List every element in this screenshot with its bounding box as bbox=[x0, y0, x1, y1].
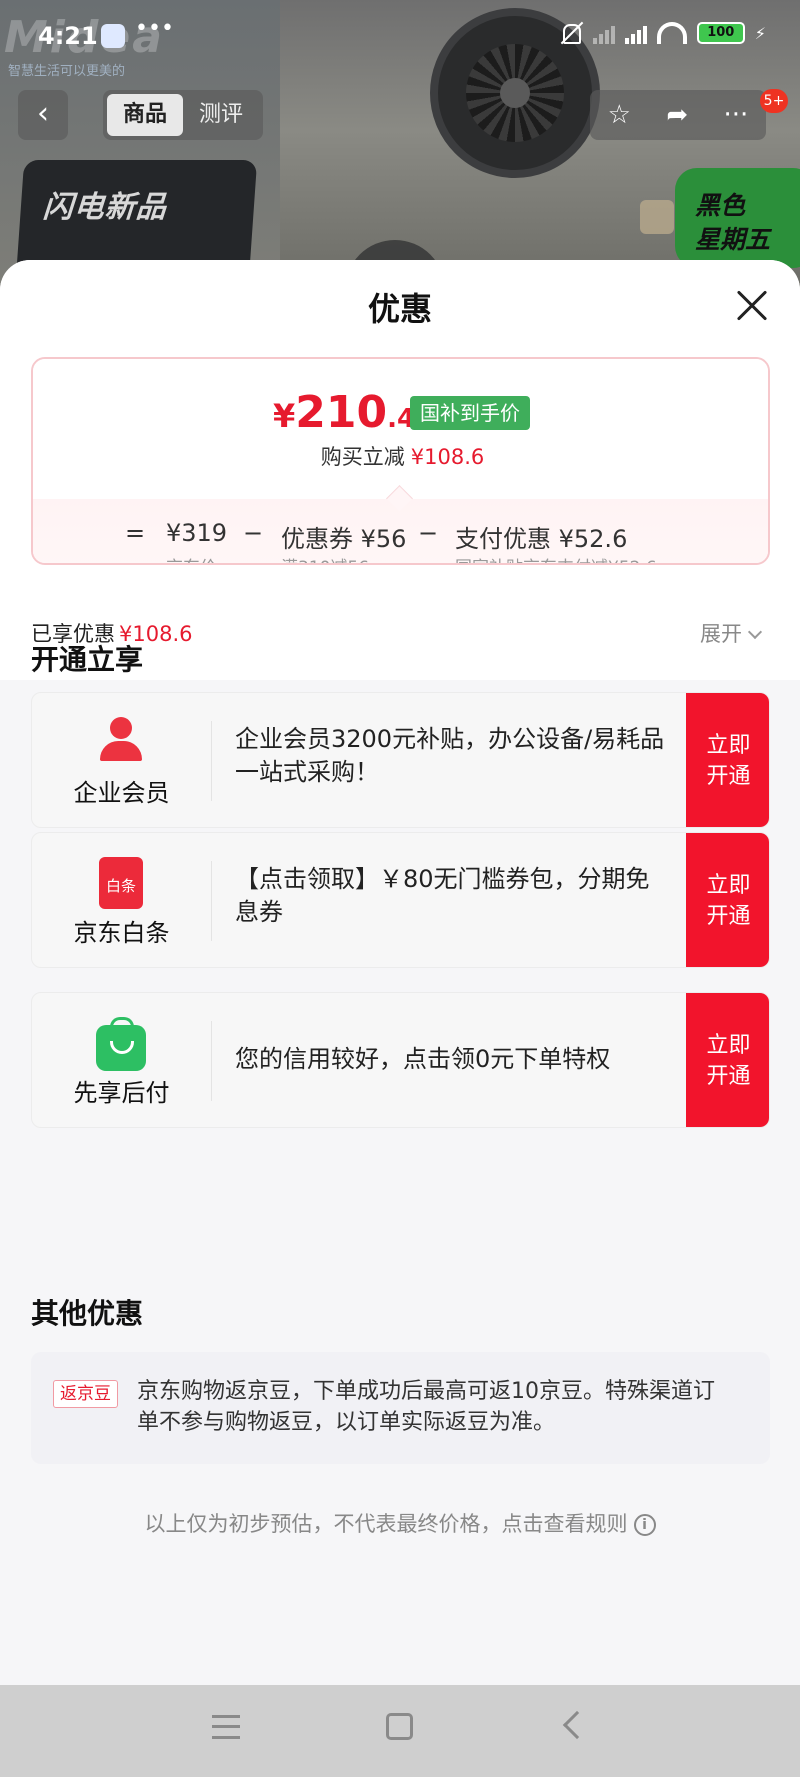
open-benefits-title: 开通立享 bbox=[31, 643, 144, 676]
home-icon[interactable] bbox=[386, 1713, 413, 1740]
discount-sheet: 优惠 ¥210.4 国补到手价 购买立减¥108.6 = ¥319 京东价 − … bbox=[0, 260, 800, 1685]
rule-note[interactable]: 以上仅为初步预估，不代表最终价格，点击查看规则 i bbox=[0, 1508, 800, 1538]
offer-name: 先享后付 bbox=[73, 1079, 170, 1107]
info-icon[interactable]: i bbox=[633, 1514, 656, 1536]
menu-icon[interactable] bbox=[212, 1715, 240, 1739]
activate-button[interactable]: 立即 开通 bbox=[686, 833, 769, 967]
signal-icon-sim1 bbox=[624, 22, 647, 44]
offer-baitiao[interactable]: 白条 京东白条 【点击领取】￥80无门槛券包，分期免息券 立即 开通 bbox=[31, 832, 770, 968]
minus-sign: − bbox=[243, 519, 264, 547]
battery-icon: 100 bbox=[696, 22, 745, 44]
close-icon[interactable] bbox=[734, 288, 770, 324]
chevron-down-icon bbox=[747, 624, 763, 640]
final-price-area: ¥210.4 国补到手价 购买立减 ¥108.6 bbox=[33, 359, 768, 499]
divider bbox=[211, 721, 212, 801]
subsidy-price-tag: 国补到手价 bbox=[410, 396, 530, 430]
back-button[interactable]: ‹ bbox=[18, 90, 68, 140]
equals-sign: = bbox=[125, 519, 146, 547]
offer-pay-later[interactable]: 先享后付 您的信用较好，点击领0元下单特权 立即 开通 bbox=[31, 992, 770, 1128]
divider bbox=[211, 1021, 212, 1101]
more-icon[interactable]: ··· bbox=[724, 100, 749, 130]
status-bar: 4:21 ••• 100 ⚡ bbox=[0, 0, 800, 70]
other-benefits-title: 其他优惠 bbox=[31, 1297, 144, 1330]
activate-button[interactable]: 立即 开通 bbox=[686, 693, 769, 827]
coupon-label: 满310减56 bbox=[281, 553, 369, 563]
nav-actions: ☆ ➦ ··· bbox=[590, 90, 766, 140]
wifi-icon bbox=[656, 22, 687, 44]
tab-product[interactable]: 商品 bbox=[107, 94, 183, 136]
base-price-label: 京东价 bbox=[166, 553, 217, 563]
activate-button[interactable]: 立即 开通 bbox=[686, 993, 769, 1127]
status-time: 4:21 bbox=[38, 22, 98, 50]
payment-discount-label: 国家补贴京东支付减¥52.6 bbox=[455, 553, 657, 563]
offer-name: 企业会员 bbox=[73, 779, 170, 807]
share-icon[interactable]: ➦ bbox=[666, 100, 688, 130]
payment-discount: 支付优惠 ¥52.6 bbox=[455, 525, 628, 553]
tab-review[interactable]: 测评 bbox=[183, 94, 259, 136]
status-icons: 100 ⚡ bbox=[559, 22, 766, 44]
user-icon bbox=[96, 717, 146, 763]
system-navigation-bar bbox=[0, 1685, 800, 1777]
expand-button[interactable]: 展开 bbox=[700, 618, 763, 648]
instant-discount: 购买立减 ¥108.6 bbox=[320, 445, 485, 469]
product-tabs: 商品 测评 bbox=[103, 90, 263, 140]
charging-icon: ⚡ bbox=[754, 23, 766, 43]
sheet-title: 优惠 bbox=[367, 290, 432, 328]
offer-name: 京东白条 bbox=[73, 919, 170, 947]
price-calculation: = ¥319 京东价 − 优惠券 ¥56 满310减56 − 支付优惠 ¥52.… bbox=[33, 499, 768, 563]
favorite-star-icon[interactable]: ☆ bbox=[608, 100, 631, 130]
price-breakdown-card: ¥210.4 国补到手价 购买立减¥108.6 = ¥319 京东价 − 优惠券… bbox=[31, 357, 770, 565]
minus-sign: − bbox=[418, 519, 439, 547]
jingdou-rebate: 返京豆 京东购物返京豆，下单成功后最高可返10京豆。特殊渠道订单不参与购物返豆，… bbox=[31, 1352, 770, 1464]
divider bbox=[211, 861, 212, 941]
base-price: ¥319 bbox=[166, 519, 228, 547]
system-back-icon[interactable] bbox=[562, 1710, 592, 1740]
offer-enterprise-member[interactable]: 企业会员 企业会员3200元补贴，办公设备/易耗品一站式采购！ 立即 开通 bbox=[31, 692, 770, 828]
rebate-tag: 返京豆 bbox=[53, 1380, 118, 1408]
promo-black-friday-badge: 黑色 星期五 bbox=[675, 168, 800, 268]
more-notifications-icon: ••• bbox=[135, 16, 174, 41]
silent-mode-icon bbox=[559, 22, 583, 44]
rebate-text: 京东购物返京豆，下单成功后最高可返10京豆。特殊渠道订单不参与购物返豆，以订单实… bbox=[137, 1379, 715, 1435]
offer-description: 企业会员3200元补贴，办公设备/易耗品一站式采购！ bbox=[235, 725, 665, 786]
message-badge: 5+ bbox=[760, 89, 788, 113]
baitiao-icon: 白条 bbox=[99, 857, 143, 909]
shopping-bag-icon bbox=[96, 1017, 146, 1071]
app-notification-icon bbox=[101, 24, 125, 48]
offer-description: 您的信用较好，点击领0元下单特权 bbox=[235, 1045, 611, 1073]
gift-icon bbox=[640, 200, 674, 234]
offer-description: 【点击领取】￥80无门槛券包，分期免息券 bbox=[235, 865, 650, 926]
coupon-discount: 优惠券 ¥56 bbox=[281, 525, 407, 553]
signal-icon-sim2 bbox=[592, 22, 615, 44]
final-price: ¥210.4 bbox=[273, 387, 416, 438]
